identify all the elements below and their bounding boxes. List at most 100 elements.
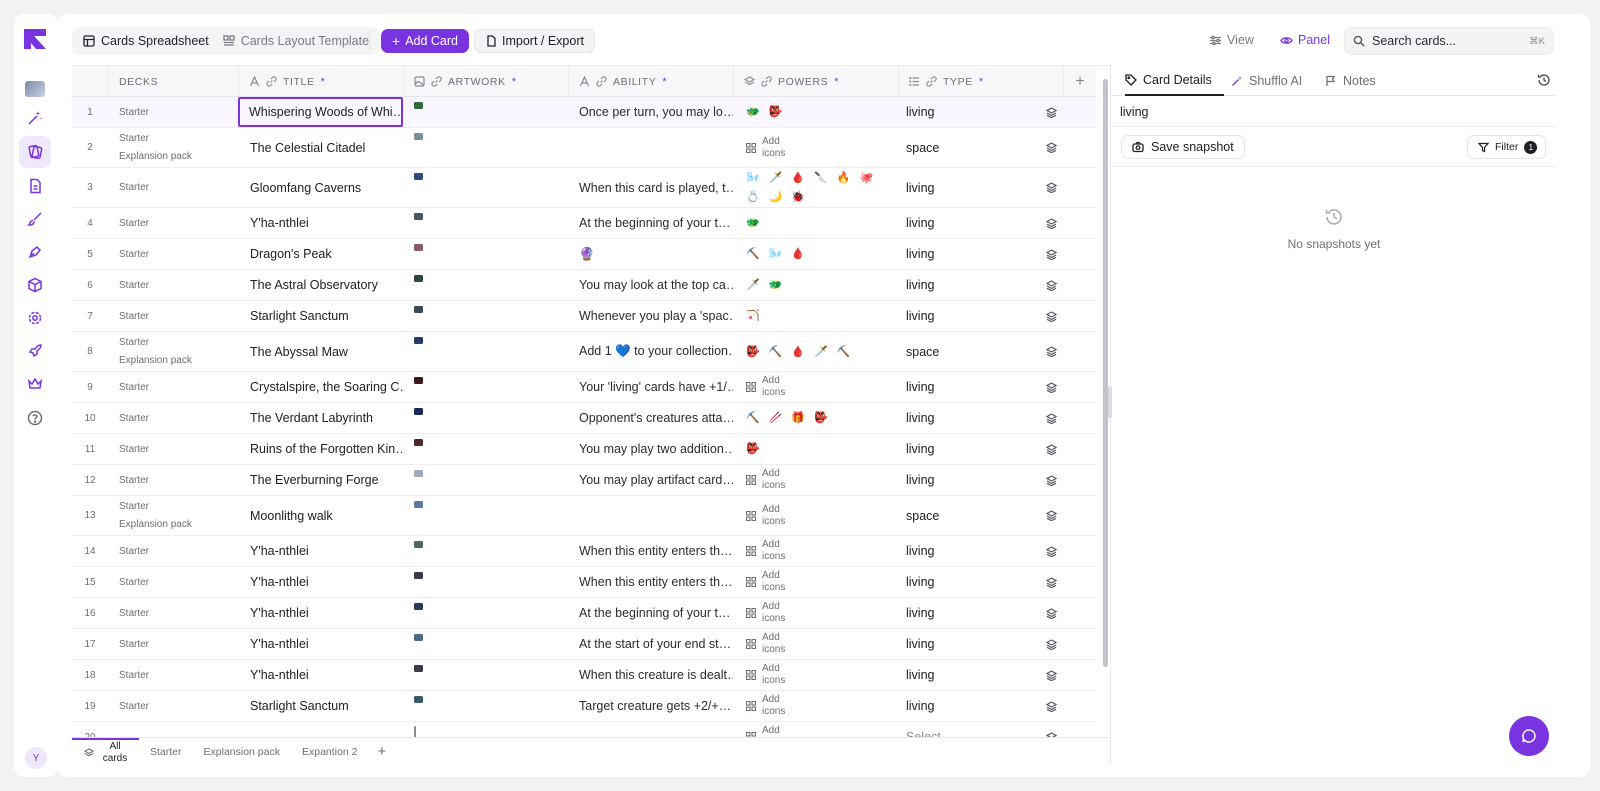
table-row[interactable]: 16 Starter Y'ha-nthlei At the beginning of … <box>72 598 1096 629</box>
ability-cell[interactable]: When this entity enters th… <box>568 536 733 566</box>
title-cell[interactable]: The Everburning Forge <box>238 465 403 495</box>
import-export-button[interactable]: Import / Export <box>474 29 595 53</box>
artwork-cell[interactable] <box>403 332 568 371</box>
decks-cell[interactable]: Starter <box>108 239 238 269</box>
table-row[interactable]: 12 Starter The Everburning Forge You may pl… <box>72 465 1096 496</box>
ability-cell[interactable]: When this card is played, t… <box>568 168 733 207</box>
ability-cell[interactable]: Add 1 💙 to your collection… <box>568 332 733 371</box>
type-cell[interactable]: living <box>898 598 1063 628</box>
decks-cell[interactable]: Starter <box>108 567 238 597</box>
column-header-decks[interactable]: DECKS <box>108 66 238 97</box>
artwork-cell[interactable] <box>403 536 568 566</box>
row-stack-icon[interactable] <box>1040 496 1062 535</box>
artwork-cell[interactable] <box>403 128 568 167</box>
powers-cell[interactable]: Add icons <box>733 496 898 535</box>
add-icons-button[interactable]: Add icons <box>746 539 792 563</box>
powers-cell[interactable]: Add icons <box>733 660 898 690</box>
deck-tab-expansion-pack[interactable]: Explansion pack <box>193 738 291 765</box>
decks-cell[interactable]: Starter <box>108 403 238 433</box>
type-cell[interactable]: living <box>898 465 1063 495</box>
powers-cell[interactable]: 🌬️ 🗡️ 🩸 🔪 🔥 🐙 💍 🌙 🐞 <box>733 168 898 207</box>
artwork-cell[interactable] <box>403 372 568 402</box>
decks-cell[interactable]: Starter <box>108 208 238 238</box>
add-icons-button[interactable]: Add icons <box>746 504 792 528</box>
view-button[interactable]: View <box>1209 33 1254 47</box>
column-header-title[interactable]: TITLE * <box>238 66 403 97</box>
row-stack-icon[interactable] <box>1040 128 1062 167</box>
row-stack-icon[interactable] <box>1040 536 1062 566</box>
title-cell[interactable]: Crystalspire, the Soaring C… <box>238 372 403 402</box>
row-stack-icon[interactable] <box>1040 332 1062 371</box>
type-cell[interactable]: space <box>898 128 1063 167</box>
row-stack-icon[interactable] <box>1040 270 1062 300</box>
add-icons-button[interactable]: Add icons <box>746 663 792 687</box>
table-row[interactable]: 19 Starter Starlight Sanctum Target creatur… <box>72 691 1096 722</box>
title-cell[interactable]: Moonlithg walk <box>238 496 403 535</box>
title-cell[interactable] <box>238 722 403 737</box>
search-box[interactable]: ⌘K <box>1344 27 1554 55</box>
title-cell[interactable]: Y'ha-nthlei <box>238 536 403 566</box>
add-icons-button[interactable]: Add icons <box>746 136 792 160</box>
chat-launcher-button[interactable] <box>1509 716 1549 756</box>
title-cell[interactable]: The Abyssal Maw <box>238 332 403 371</box>
table-row[interactable]: 3 Starter Gloomfang Caverns When this card … <box>72 168 1096 208</box>
title-cell[interactable]: Y'ha-nthlei <box>238 660 403 690</box>
tab-card-details[interactable]: Card Details <box>1125 65 1224 96</box>
title-cell[interactable]: The Astral Observatory <box>238 270 403 300</box>
filter-button[interactable]: Filter 1 <box>1467 135 1547 159</box>
artwork-cell[interactable] <box>403 239 568 269</box>
ability-cell[interactable] <box>568 496 733 535</box>
decks-cell[interactable]: Starter <box>108 372 238 402</box>
ability-cell[interactable]: 🔮 <box>568 239 733 269</box>
workspace-thumbnail[interactable] <box>25 81 45 97</box>
ability-cell[interactable]: You may play artifact card… <box>568 465 733 495</box>
powers-cell[interactable]: Add icons <box>733 567 898 597</box>
artwork-cell[interactable] <box>403 722 568 737</box>
add-icons-button[interactable]: Add icons <box>746 601 792 625</box>
type-cell[interactable]: living <box>898 168 1063 207</box>
add-icons-button[interactable]: Add icons <box>746 632 792 656</box>
decks-cell[interactable]: Starter <box>108 536 238 566</box>
add-icons-button[interactable]: Add icons <box>746 694 792 718</box>
magic-wand-icon[interactable] <box>19 102 51 134</box>
artwork-cell[interactable] <box>403 598 568 628</box>
decks-cell[interactable]: Starter <box>108 168 238 207</box>
artwork-cell[interactable] <box>403 434 568 464</box>
ability-cell[interactable]: At the start of your end st… <box>568 629 733 659</box>
type-cell[interactable]: living <box>898 403 1063 433</box>
powers-cell[interactable]: 🐲 <box>733 208 898 238</box>
type-select[interactable]: Select... <box>898 722 1063 737</box>
settings-icon[interactable] <box>19 302 51 334</box>
row-stack-icon[interactable] <box>1040 372 1062 402</box>
package-icon[interactable] <box>19 269 51 301</box>
artwork-cell[interactable] <box>403 270 568 300</box>
decks-cell[interactable]: Starter Explansion pack <box>108 496 238 535</box>
deck-tab-expantion-2[interactable]: Expantion 2 <box>291 738 368 765</box>
add-icons-button[interactable]: Add icons <box>746 468 792 492</box>
row-stack-icon[interactable] <box>1040 722 1062 737</box>
powers-cell[interactable]: ⛏️ 🥢 🎁 👺 <box>733 403 898 433</box>
decks-cell[interactable]: Starter <box>108 97 238 127</box>
type-cell[interactable]: living <box>898 567 1063 597</box>
table-row[interactable]: 15 Starter Y'ha-nthlei When this entity ent… <box>72 567 1096 598</box>
ability-cell[interactable] <box>568 722 733 737</box>
add-icons-button[interactable]: Add icons <box>746 375 792 399</box>
panel-toggle-button[interactable]: Panel <box>1280 33 1330 47</box>
ability-cell[interactable]: At the beginning of your t… <box>568 598 733 628</box>
document-icon[interactable] <box>19 170 51 202</box>
row-stack-icon[interactable] <box>1040 598 1062 628</box>
table-row[interactable]: 2 Starter Explansion pack The Celestial Cit… <box>72 128 1096 168</box>
title-cell[interactable]: Dragon's Peak <box>238 239 403 269</box>
column-header-type[interactable]: TYPE * <box>898 66 1063 97</box>
row-stack-icon[interactable] <box>1040 629 1062 659</box>
ability-cell[interactable]: When this entity enters th… <box>568 567 733 597</box>
title-cell[interactable]: Y'ha-nthlei <box>238 629 403 659</box>
title-cell[interactable]: The Celestial Citadel <box>238 128 403 167</box>
powers-cell[interactable]: 🐲 👺 <box>733 97 898 127</box>
table-row[interactable]: 11 Starter Ruins of the Forgotten Kin… You … <box>72 434 1096 465</box>
artwork-cell[interactable] <box>403 301 568 331</box>
add-card-button[interactable]: + Add Card <box>381 29 469 53</box>
ability-cell[interactable]: Opponent's creatures atta… <box>568 403 733 433</box>
row-stack-icon[interactable] <box>1040 168 1062 207</box>
powers-cell[interactable]: 🏹 <box>733 301 898 331</box>
